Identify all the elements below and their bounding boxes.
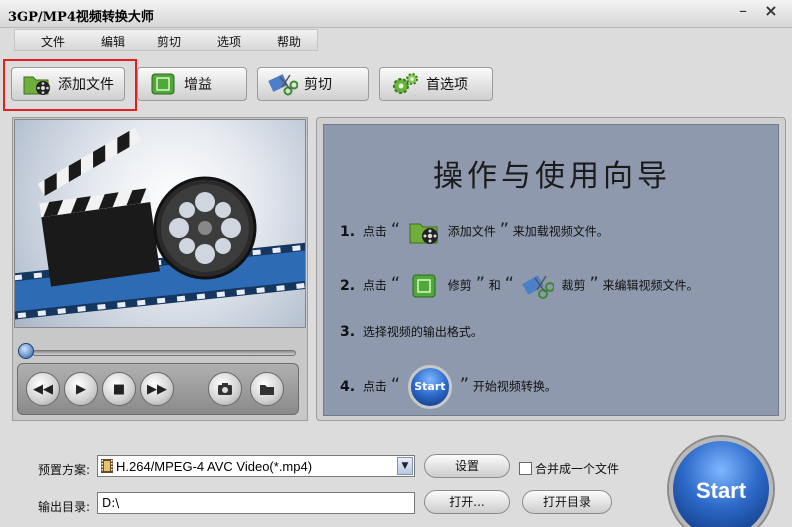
rewind-button[interactable]: ◀◀ (26, 372, 60, 406)
playback-controls: ◀◀ ▶ ■ ▶▶ (17, 363, 299, 415)
video-screen (14, 119, 306, 328)
merge-checkbox[interactable] (519, 461, 532, 475)
window-title: 3GP/MP4视频转换大师 (8, 10, 154, 25)
step-2-number: 2. (340, 277, 356, 294)
stop-button[interactable]: ■ (102, 372, 136, 406)
cut-button[interactable]: 剪切 (257, 67, 369, 101)
step-4-number: 4. (340, 378, 356, 395)
guide-title: 操作与使用向导 (433, 159, 671, 194)
preferences-button[interactable]: 首选项 (379, 67, 493, 101)
outdir-input[interactable]: D:\ (97, 492, 415, 514)
enhance-button[interactable]: 增益 (137, 67, 247, 101)
step-2-quote-close-a: ” (475, 273, 485, 295)
preferences-label: 首选项 (426, 77, 468, 93)
menu-bar: 文件 编辑 剪切 选项 帮助 (14, 29, 318, 51)
step-2-label-b: 裁剪 (561, 278, 586, 293)
step-2-post: 来编辑视频文件。 (602, 278, 699, 293)
green-square-icon (148, 71, 178, 97)
step-3-number: 3. (340, 324, 356, 340)
cut-label: 剪切 (304, 77, 332, 93)
enhance-label: 增益 (184, 77, 212, 93)
step-2-quote-open-b: “ (504, 273, 514, 295)
start-mini-icon: Start (407, 365, 452, 409)
guide-panel: 操作与使用向导 1. 点击 “ 添加文件 ” 来加载视频文件。 2. 点击 “ (316, 117, 786, 421)
stop-icon: ■ (112, 381, 126, 397)
start-mini-label: Start (414, 380, 446, 393)
step-4-quote-close: ” (459, 374, 470, 396)
step-2-quote-open-a: “ (390, 273, 401, 295)
menu-help[interactable]: 帮助 (277, 33, 301, 50)
add-file-button[interactable]: 添加文件 (11, 67, 125, 101)
step-4-pre: 点击 (362, 379, 387, 394)
fast-forward-button[interactable]: ▶▶ (140, 372, 174, 406)
preset-value: H.264/MPEG-4 AVC Video(*.mp4) (116, 459, 313, 474)
step-1-quote-open: “ (390, 219, 401, 241)
step-1-post: 来加载视频文件。 (512, 224, 609, 239)
seek-slider-thumb[interactable] (18, 343, 34, 359)
guide-step-1: 1. 点击 “ 添加文件 ” 来加载视频文件。 (340, 217, 609, 247)
step-4-post: 开始视频转换。 (472, 379, 557, 394)
step-4-quote-open: “ (390, 374, 401, 396)
step-1-label: 添加文件 (447, 224, 496, 239)
close-button[interactable]: × (760, 3, 782, 21)
play-icon: ▶ (76, 381, 86, 397)
gears-icon (390, 71, 420, 97)
start-button[interactable]: Start (669, 437, 773, 527)
film-strip-icon (101, 459, 113, 473)
settings-button[interactable]: 设置 (424, 454, 510, 478)
step-2-and: 和 (488, 278, 501, 293)
step-2-quote-close-b: ” (589, 273, 599, 295)
guide-step-4: 4. 点击 “ Start ” 开始视频转换。 (340, 365, 557, 409)
folder-reel-icon (22, 71, 52, 97)
menu-edit[interactable]: 编辑 (101, 33, 125, 50)
title-bar: 3GP/MP4视频转换大师 – × (0, 0, 792, 28)
clapperboard-film-icon (15, 127, 305, 321)
add-file-label: 添加文件 (58, 77, 114, 93)
fast-forward-icon: ▶▶ (147, 381, 167, 397)
guide-content: 操作与使用向导 1. 点击 “ 添加文件 ” 来加载视频文件。 2. 点击 “ (323, 124, 779, 416)
rewind-icon: ◀◀ (33, 381, 53, 397)
menu-file[interactable]: 文件 (41, 33, 65, 50)
menu-cut[interactable]: 剪切 (157, 33, 181, 50)
play-button[interactable]: ▶ (64, 372, 98, 406)
green-square-icon (412, 274, 436, 298)
step-2-pre: 点击 (362, 278, 387, 293)
menu-options[interactable]: 选项 (217, 33, 241, 50)
open-button[interactable]: 打开... (424, 490, 510, 514)
step-1-quote-close: ” (499, 219, 509, 241)
scissors-film-icon (521, 275, 554, 299)
step-1-number: 1. (340, 223, 356, 240)
step-1-pre: 点击 (362, 224, 387, 239)
minimize-button[interactable]: – (732, 3, 754, 21)
seek-slider-track[interactable] (32, 350, 296, 356)
folder-icon (260, 385, 274, 395)
snapshot-button[interactable] (208, 372, 242, 406)
step-3-text: 选择视频的输出格式。 (362, 325, 483, 339)
step-2-label-a: 修剪 (447, 278, 472, 293)
camera-icon (218, 383, 232, 395)
merge-label: 合并成一个文件 (535, 461, 620, 476)
scissors-film-icon (268, 71, 298, 97)
chevron-down-icon[interactable]: ▼ (397, 457, 413, 475)
preset-select[interactable]: H.264/MPEG-4 AVC Video(*.mp4) ▼ (97, 455, 415, 477)
open-folder-button[interactable] (250, 372, 284, 406)
folder-reel-icon (409, 223, 438, 244)
guide-step-2: 2. 点击 “ 修剪 ” 和 “ 裁剪 ” 来编辑视频文件。 (340, 271, 699, 301)
guide-step-3: 3. 选择视频的输出格式。 (340, 323, 483, 340)
open-dir-button[interactable]: 打开目录 (522, 490, 612, 514)
outdir-label: 输出目录: (38, 500, 91, 514)
preset-label: 预置方案: (38, 463, 91, 477)
merge-option[interactable]: 合并成一个文件 (519, 458, 649, 478)
